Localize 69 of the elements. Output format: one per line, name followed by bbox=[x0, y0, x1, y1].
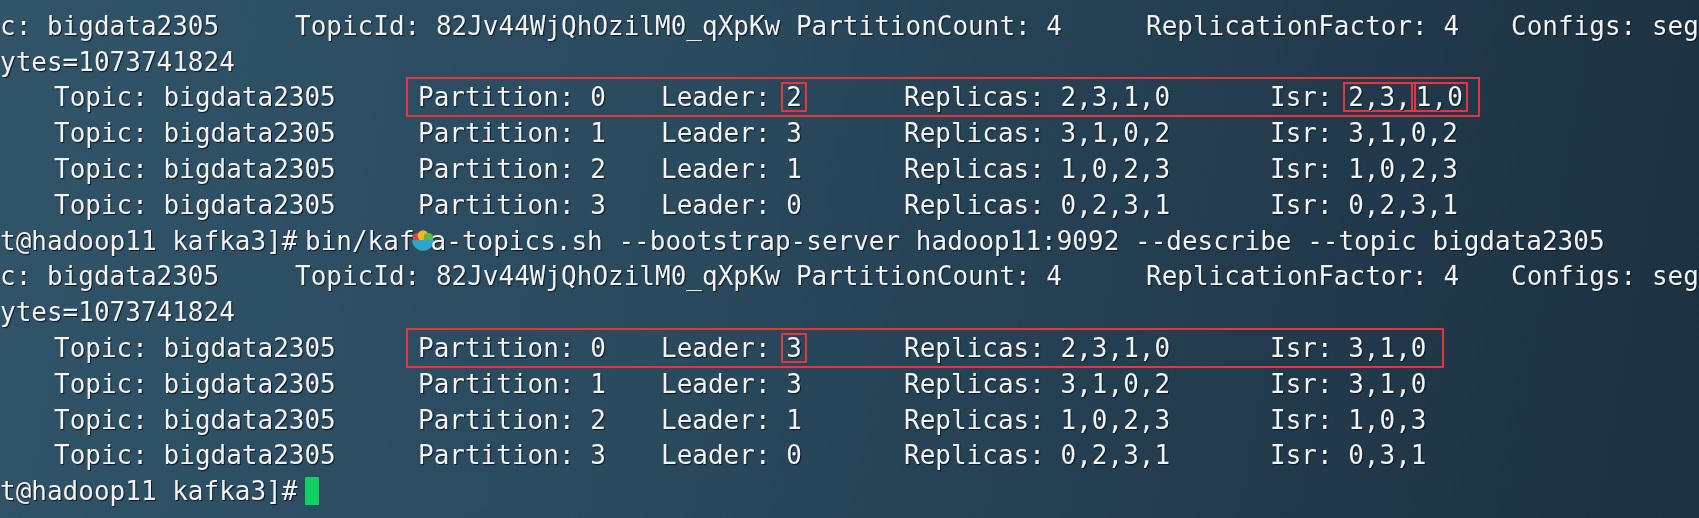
terminal-text: Partition: 3 bbox=[418, 189, 607, 220]
isr-value: 0,2,3,1 bbox=[1347, 189, 1459, 220]
isr-value: 2,3, bbox=[1343, 82, 1416, 113]
terminal-text: Configs: seg bbox=[1511, 10, 1699, 41]
isr-value: 3,1,0,2 bbox=[1347, 118, 1459, 149]
terminal-text: Replicas: 1,0,2,3 bbox=[904, 154, 1172, 185]
terminal-text: TopicId: 82Jv44WjQhOzilM0_qXpKw PartitionCount: 4 bbox=[295, 261, 1063, 292]
terminal-text: ytes=1073741824 bbox=[0, 297, 235, 328]
terminal-text: Partition: 0 bbox=[418, 82, 607, 113]
leader-value: 3 bbox=[785, 118, 803, 149]
leader-value: 1 bbox=[785, 404, 803, 435]
terminal-text: Topic: bigdata2305 bbox=[54, 189, 337, 220]
terminal-text: Configs: seg bbox=[1511, 261, 1699, 292]
leader-value: 3 bbox=[781, 333, 807, 364]
terminal-text: Partition: 3 bbox=[418, 440, 607, 471]
terminal-text: ytes=1073741824 bbox=[0, 46, 235, 77]
terminal-text: Isr: bbox=[1270, 84, 1333, 111]
terminal-text: Isr: bbox=[1270, 370, 1333, 397]
terminal-text: Isr: bbox=[1270, 442, 1333, 469]
terminal-text: Topic: bigdata2305 bbox=[54, 82, 337, 113]
terminal-text: ReplicationFactor: 4 bbox=[1146, 10, 1461, 41]
leader-value: 3 bbox=[785, 368, 803, 399]
terminal-text: a-topics.sh --bootstrap-server hadoop11:9092 --describe --topic bigdata2305 bbox=[430, 225, 1605, 256]
terminal-text: Replicas: 2,3,1,0 bbox=[904, 82, 1172, 113]
terminal-text: Topic: bigdata2305 bbox=[54, 368, 337, 399]
terminal-text: Replicas: 3,1,0,2 bbox=[904, 368, 1172, 399]
terminal-text: Leader: bbox=[661, 191, 771, 218]
terminal-text: Leader: bbox=[661, 335, 771, 362]
isr-value: 3,1,0 bbox=[1347, 368, 1428, 399]
terminal-text: c: bigdata2305 bbox=[0, 10, 221, 41]
terminal-text: Leader: bbox=[661, 442, 771, 469]
isr-value: 3,1,0 bbox=[1347, 333, 1428, 364]
terminal-text: Isr: bbox=[1270, 406, 1333, 433]
terminal-text: ReplicationFactor: 4 bbox=[1146, 261, 1461, 292]
isr-value: 0,3,1 bbox=[1347, 440, 1428, 471]
terminal-text: Leader: bbox=[661, 370, 771, 397]
terminal-text: Replicas: 0,2,3,1 bbox=[904, 440, 1172, 471]
terminal-text: Isr: bbox=[1270, 335, 1333, 362]
terminal-text: Partition: 1 bbox=[418, 118, 607, 149]
terminal-text: Replicas: 1,0,2,3 bbox=[904, 404, 1172, 435]
terminal-text: Isr: bbox=[1270, 120, 1333, 147]
terminal-text: Leader: bbox=[661, 406, 771, 433]
terminal-text: Topic: bigdata2305 bbox=[54, 404, 337, 435]
terminal-text: Topic: bigdata2305 bbox=[54, 440, 337, 471]
isr-value: 1,0,2,3 bbox=[1347, 154, 1459, 185]
terminal-text: Partition: 0 bbox=[418, 333, 607, 364]
leader-value: 2 bbox=[781, 82, 807, 113]
terminal-text: c: bigdata2305 bbox=[0, 261, 221, 292]
leader-value: 0 bbox=[785, 440, 803, 471]
terminal-text: Topic: bigdata2305 bbox=[54, 118, 337, 149]
terminal-text: Replicas: 2,3,1,0 bbox=[904, 333, 1172, 364]
terminal-text: Topic: bigdata2305 bbox=[54, 333, 337, 364]
leader-value: 0 bbox=[785, 189, 803, 220]
terminal-text: Isr: bbox=[1270, 191, 1333, 218]
terminal-text: Leader: bbox=[661, 156, 771, 183]
terminal-text: Leader: bbox=[661, 84, 771, 111]
leader-value: 1 bbox=[785, 154, 803, 185]
isr-value: 1,0 bbox=[1410, 82, 1468, 113]
terminal-text: TopicId: 82Jv44WjQhOzilM0_qXpKw PartitionCount: 4 bbox=[295, 10, 1063, 41]
terminal-text: bin/kaf bbox=[305, 225, 415, 256]
terminal-text: Partition: 2 bbox=[418, 154, 607, 185]
isr-value: 1,0,3 bbox=[1347, 404, 1428, 435]
terminal-text: Replicas: 3,1,0,2 bbox=[904, 118, 1172, 149]
terminal-text: Topic: bigdata2305 bbox=[54, 154, 337, 185]
terminal-text: Partition: 2 bbox=[418, 404, 607, 435]
terminal-text: Isr: bbox=[1270, 156, 1333, 183]
terminal-text: Replicas: 0,2,3,1 bbox=[904, 189, 1172, 220]
terminal-text: Leader: bbox=[661, 120, 771, 147]
terminal-text: Partition: 1 bbox=[418, 368, 607, 399]
